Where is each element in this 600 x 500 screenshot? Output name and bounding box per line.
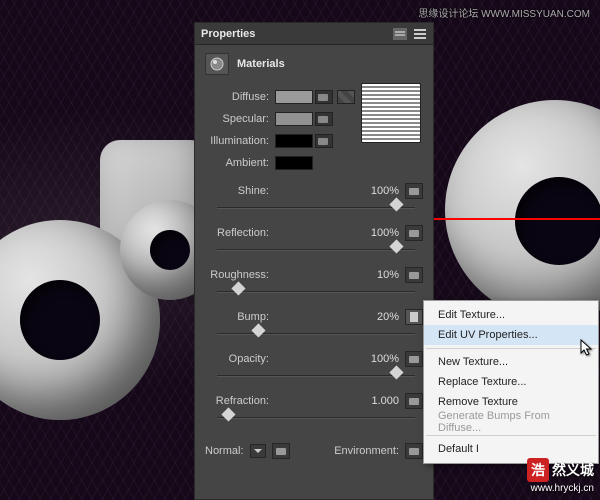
refraction-slider: Refraction: 1.000: [205, 393, 423, 425]
panel-header[interactable]: Properties: [195, 23, 433, 45]
refraction-label: Refraction:: [205, 395, 275, 407]
section-title: Materials: [237, 58, 285, 70]
folder-icon[interactable]: [405, 183, 423, 199]
menu-separator: [426, 348, 596, 349]
texture-icon[interactable]: [337, 90, 355, 104]
properties-panel: Properties Materials Diffuse: Specular: …: [194, 22, 434, 500]
opacity-label: Opacity:: [205, 353, 275, 365]
diffuse-swatch[interactable]: [275, 90, 313, 104]
refraction-track[interactable]: [217, 411, 415, 425]
slider-thumb[interactable]: [390, 197, 404, 211]
folder-icon[interactable]: [405, 443, 423, 459]
folder-icon[interactable]: [315, 134, 333, 148]
material-preview[interactable]: [361, 83, 421, 143]
reflection-value[interactable]: 100%: [371, 227, 399, 239]
menu-replace-texture[interactable]: Replace Texture...: [424, 372, 598, 392]
watermark-logo: 浩: [527, 458, 549, 482]
watermark-bottom: 浩 然义城 www.hryckj.cn: [527, 458, 594, 494]
roughness-slider: Roughness: 10%: [205, 267, 423, 299]
panel-title: Properties: [201, 28, 393, 40]
roughness-label: Roughness:: [205, 269, 275, 281]
bump-label: Bump:: [205, 311, 275, 323]
bump-value[interactable]: 20%: [377, 311, 399, 323]
refraction-value[interactable]: 1.000: [371, 395, 399, 407]
menu-new-texture[interactable]: New Texture...: [424, 352, 598, 372]
bump-track[interactable]: [217, 327, 415, 341]
menu-separator: [426, 435, 596, 436]
folder-icon[interactable]: [315, 112, 333, 126]
watermark-top: 思缘设计论坛 WWW.MISSYUAN.COM: [418, 5, 590, 20]
normal-dropdown[interactable]: [250, 444, 266, 458]
shine-value[interactable]: 100%: [371, 185, 399, 197]
bump-slider: Bump: 20%: [205, 309, 423, 341]
folder-icon[interactable]: [405, 267, 423, 283]
menu-remove-texture[interactable]: Remove Texture: [424, 392, 598, 412]
reflection-label: Reflection:: [205, 227, 275, 239]
cursor-icon: [580, 339, 594, 360]
materials-icon: [205, 53, 229, 75]
shine-label: Shine:: [205, 185, 275, 197]
watermark-brand: 然义城: [552, 462, 594, 478]
menu-edit-uv-properties[interactable]: Edit UV Properties...: [424, 325, 598, 345]
slider-thumb[interactable]: [221, 407, 235, 421]
normal-label: Normal:: [205, 445, 244, 457]
illumination-swatch[interactable]: [275, 134, 313, 148]
reflection-track[interactable]: [217, 243, 415, 257]
folder-icon[interactable]: [405, 351, 423, 367]
specular-swatch[interactable]: [275, 112, 313, 126]
panel-tab-icon[interactable]: [393, 28, 407, 40]
slider-thumb[interactable]: [390, 365, 404, 379]
folder-icon[interactable]: [315, 90, 333, 104]
texture-icon[interactable]: [405, 309, 423, 325]
folder-icon[interactable]: [405, 393, 423, 409]
slider-thumb[interactable]: [390, 239, 404, 253]
environment-label: Environment:: [334, 445, 399, 457]
roughness-value[interactable]: 10%: [377, 269, 399, 281]
reflection-slider: Reflection: 100%: [205, 225, 423, 257]
ambient-swatch[interactable]: [275, 156, 313, 170]
folder-icon[interactable]: [272, 443, 290, 459]
slider-thumb[interactable]: [231, 281, 245, 295]
diffuse-label: Diffuse:: [205, 91, 275, 103]
specular-label: Specular:: [205, 113, 275, 125]
shine-track[interactable]: [217, 201, 415, 215]
opacity-track[interactable]: [217, 369, 415, 383]
context-menu: Edit Texture... Edit UV Properties... Ne…: [423, 300, 599, 464]
watermark-url: www.hryckj.cn: [531, 483, 594, 494]
shine-slider: Shine: 100%: [205, 183, 423, 215]
menu-edit-texture[interactable]: Edit Texture...: [424, 305, 598, 325]
panel-body: Diffuse: Specular: Illumination: Ambient…: [195, 83, 433, 469]
slider-thumb[interactable]: [251, 323, 265, 337]
opacity-slider: Opacity: 100%: [205, 351, 423, 383]
panel-menu-icon[interactable]: [413, 28, 427, 40]
section-header: Materials: [195, 45, 433, 83]
illumination-label: Illumination:: [205, 135, 275, 147]
ambient-label: Ambient:: [205, 157, 275, 169]
ambient-row: Ambient:: [205, 153, 423, 173]
folder-icon[interactable]: [405, 225, 423, 241]
menu-generate-bumps: Generate Bumps From Diffuse...: [424, 412, 598, 432]
roughness-track[interactable]: [217, 285, 415, 299]
opacity-value[interactable]: 100%: [371, 353, 399, 365]
menu-default[interactable]: Default I: [424, 439, 598, 459]
bottom-row: Normal: Environment:: [205, 443, 423, 459]
